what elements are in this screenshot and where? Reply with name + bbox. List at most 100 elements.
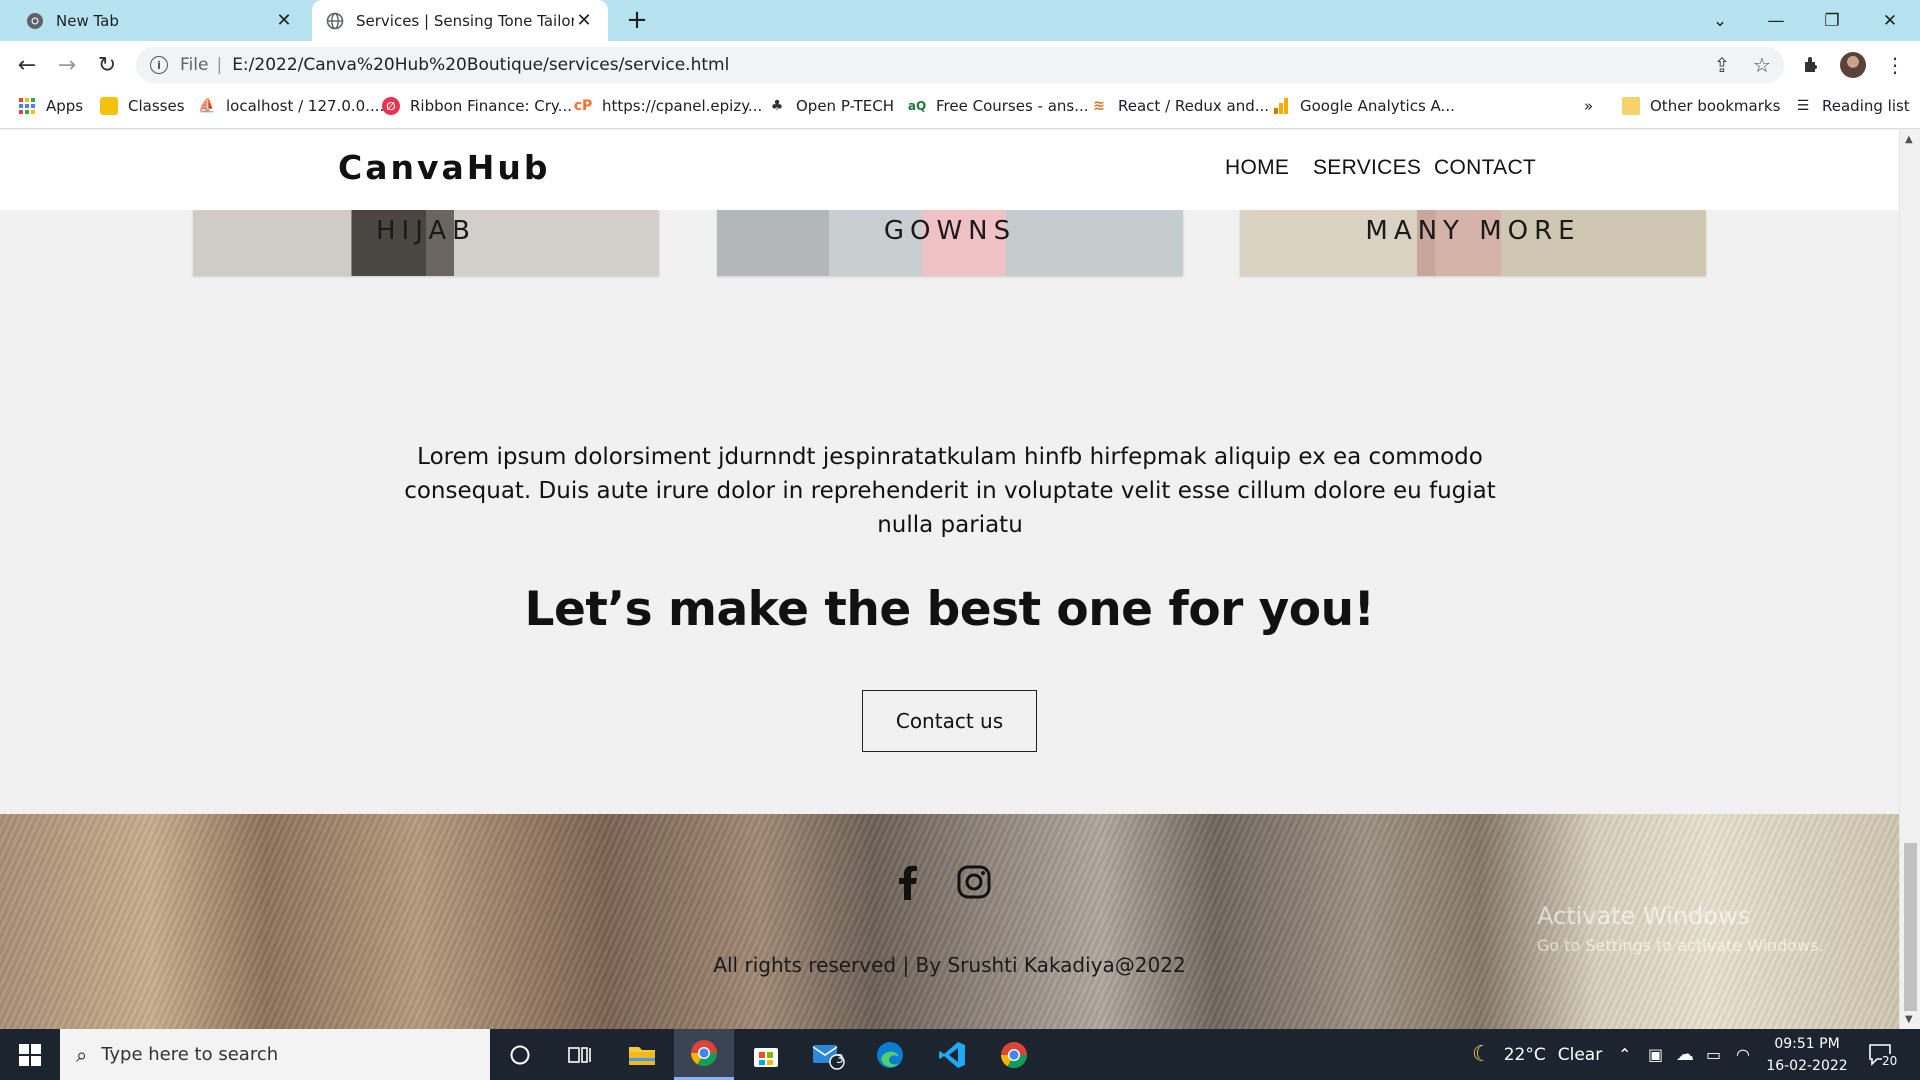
bookmark-label: Apps (46, 97, 84, 115)
folder-icon (1622, 97, 1640, 115)
tab-title: Services | Sensing Tone Tailors (356, 11, 574, 30)
tab-services[interactable]: Services | Sensing Tone Tailors ✕ (312, 0, 608, 41)
bookmarks-overflow[interactable]: » (1584, 89, 1593, 123)
bookmark-label: Google Analytics A... (1300, 97, 1455, 115)
copyright-text: All rights reserved | By Srushti Kakadiy… (713, 953, 1186, 977)
nav-services[interactable]: SERVICES (1313, 156, 1421, 180)
reload-button[interactable]: ↻ (92, 50, 122, 80)
courses-icon: aQ (907, 99, 927, 113)
cortana-icon[interactable] (490, 1029, 550, 1080)
other-bookmarks[interactable]: Other bookmarks (1622, 89, 1780, 123)
contact-us-button[interactable]: Contact us (862, 690, 1037, 752)
reading-list-icon: ☰ (1796, 98, 1810, 114)
notification-count: 20 (1882, 1054, 1898, 1068)
cpanel-icon: cP (573, 98, 593, 114)
notification-center[interactable]: 20 (1868, 1029, 1898, 1080)
forward-button[interactable]: → (52, 50, 82, 80)
page-viewport: CanvaHub HOME SERVICES CONTACT HIJAB GOW… (0, 130, 1899, 1029)
reading-list[interactable]: ☰ Reading list (1794, 89, 1910, 123)
bookmark-label: Ribbon Finance: Cry... (410, 97, 572, 115)
new-tab-button[interactable]: + (622, 5, 652, 35)
close-tab-icon[interactable]: ✕ (274, 10, 294, 31)
wifi-icon[interactable]: ◠ (1736, 1029, 1750, 1080)
windows-logo-icon (19, 1043, 41, 1066)
back-button[interactable]: ← (12, 50, 42, 80)
windows-start-button[interactable] (0, 1029, 60, 1080)
minimize-button[interactable]: — (1752, 0, 1800, 41)
taskbar-search[interactable]: ⌕ Type here to search (60, 1029, 490, 1080)
service-card-many-more[interactable]: MANY MORE (1240, 210, 1706, 276)
weather-widget[interactable]: ☾ 22°C Clear (1472, 1029, 1602, 1080)
task-view-icon[interactable] (550, 1029, 610, 1080)
menu-kebab-icon[interactable]: ⋮ (1880, 50, 1910, 80)
chrome-taskbar-icon[interactable] (674, 1029, 734, 1080)
phpmyadmin-icon: ⛵ (198, 98, 216, 114)
meet-now-icon[interactable]: ▣ (1648, 1029, 1663, 1080)
react-icon: ≋ (1093, 98, 1105, 114)
bookmark-courses[interactable]: aQ Free Courses - ans... (908, 89, 1089, 123)
share-icon[interactable]: ⇪ (1706, 47, 1738, 83)
tab-title: New Tab (56, 11, 119, 30)
bookmark-label: localhost / 127.0.0.... (226, 97, 385, 115)
file-explorer-icon[interactable] (612, 1029, 672, 1080)
profile-avatar[interactable] (1840, 52, 1866, 78)
page-scrollbar[interactable]: ▲ ▼ (1899, 130, 1920, 1029)
bookmark-classes[interactable]: Classes (100, 89, 185, 123)
url-text: E:/2022/Canva%20Hub%20Boutique/services/… (232, 55, 730, 75)
tab-strip: New Tab ✕ Services | Sensing Tone Tailor… (0, 0, 1920, 41)
battery-icon[interactable]: ▭ (1706, 1029, 1721, 1080)
moon-icon: ☾ (1472, 1042, 1492, 1067)
bookmark-localhost[interactable]: ⛵ localhost / 127.0.0.... (198, 89, 384, 123)
nav-home[interactable]: HOME (1225, 156, 1289, 180)
browser-toolbar: ← → ↻ i File | E:/2022/Canva%20Hub%20Bou… (0, 41, 1920, 89)
tab-search-icon[interactable]: ⌄ (1696, 0, 1744, 41)
vscode-icon[interactable] (922, 1029, 982, 1080)
nav-contact[interactable]: CONTACT (1434, 156, 1536, 180)
weather-condition: Clear (1557, 1044, 1603, 1065)
bookmark-star-icon[interactable]: ☆ (1746, 47, 1778, 83)
bookmark-ptech[interactable]: ♣ Open P-TECH (768, 89, 894, 123)
card-label: GOWNS (883, 216, 1017, 246)
bookmark-apps[interactable]: Apps (18, 89, 83, 123)
address-bar[interactable]: i File | E:/2022/Canva%20Hub%20Boutique/… (136, 47, 1784, 83)
bookmark-analytics[interactable]: Google Analytics A... (1272, 89, 1455, 123)
taskbar-clock[interactable]: 09:51 PM 16-02-2022 (1765, 1033, 1849, 1077)
bookmark-react[interactable]: ≋ React / Redux and... (1090, 89, 1269, 123)
microsoft-store-icon[interactable] (736, 1029, 796, 1080)
mail-icon[interactable]: 3 (798, 1029, 858, 1080)
close-window-button[interactable]: ✕ (1866, 0, 1914, 41)
card-label: MANY MORE (1365, 216, 1581, 246)
tab-new-tab[interactable]: New Tab ✕ (0, 0, 308, 41)
bookmark-cpanel[interactable]: cP https://cpanel.epizy... (573, 89, 763, 123)
bookmark-label: Open P-TECH (796, 97, 894, 115)
scrollbar-thumb[interactable] (1904, 843, 1917, 1011)
service-card-hijab[interactable]: HIJAB (193, 210, 659, 276)
scroll-down-arrow[interactable]: ▼ (1905, 1014, 1913, 1025)
search-icon: ⌕ (76, 1042, 88, 1067)
extensions-icon[interactable] (1797, 50, 1827, 80)
edge-icon[interactable] (860, 1029, 920, 1080)
onedrive-icon[interactable]: ☁ (1676, 1029, 1694, 1080)
chrome-alt-icon[interactable] (984, 1029, 1044, 1080)
service-card-gowns[interactable]: GOWNS (717, 210, 1183, 276)
weather-temp: 22°C (1503, 1044, 1546, 1065)
watermark-subtitle: Go to Settings to activate Windows. (1537, 936, 1824, 955)
windows-taskbar: ⌕ Type here to search 3 ☾ 22°C Clear ⌃ ▣… (0, 1029, 1920, 1080)
reading-list-label: Reading list (1822, 97, 1910, 115)
instagram-icon[interactable] (954, 862, 994, 902)
classes-icon (100, 97, 118, 115)
card-label: HIJAB (375, 216, 477, 246)
restore-button[interactable]: ❐ (1808, 0, 1856, 41)
site-logo[interactable]: CanvaHub (338, 148, 551, 187)
ribbon-icon: ∅ (382, 97, 400, 115)
bookmark-label: React / Redux and... (1118, 97, 1270, 115)
globe-icon (326, 12, 344, 30)
other-bookmarks-label: Other bookmarks (1650, 97, 1781, 115)
bookmark-ribbon[interactable]: ∅ Ribbon Finance: Cry... (382, 89, 572, 123)
search-placeholder: Type here to search (101, 1044, 279, 1065)
close-tab-icon[interactable]: ✕ (574, 10, 594, 31)
site-info-icon[interactable]: i (150, 56, 168, 74)
scroll-up-arrow[interactable]: ▲ (1905, 134, 1913, 145)
tray-chevron-icon[interactable]: ⌃ (1618, 1029, 1631, 1080)
facebook-icon[interactable] (888, 862, 928, 902)
